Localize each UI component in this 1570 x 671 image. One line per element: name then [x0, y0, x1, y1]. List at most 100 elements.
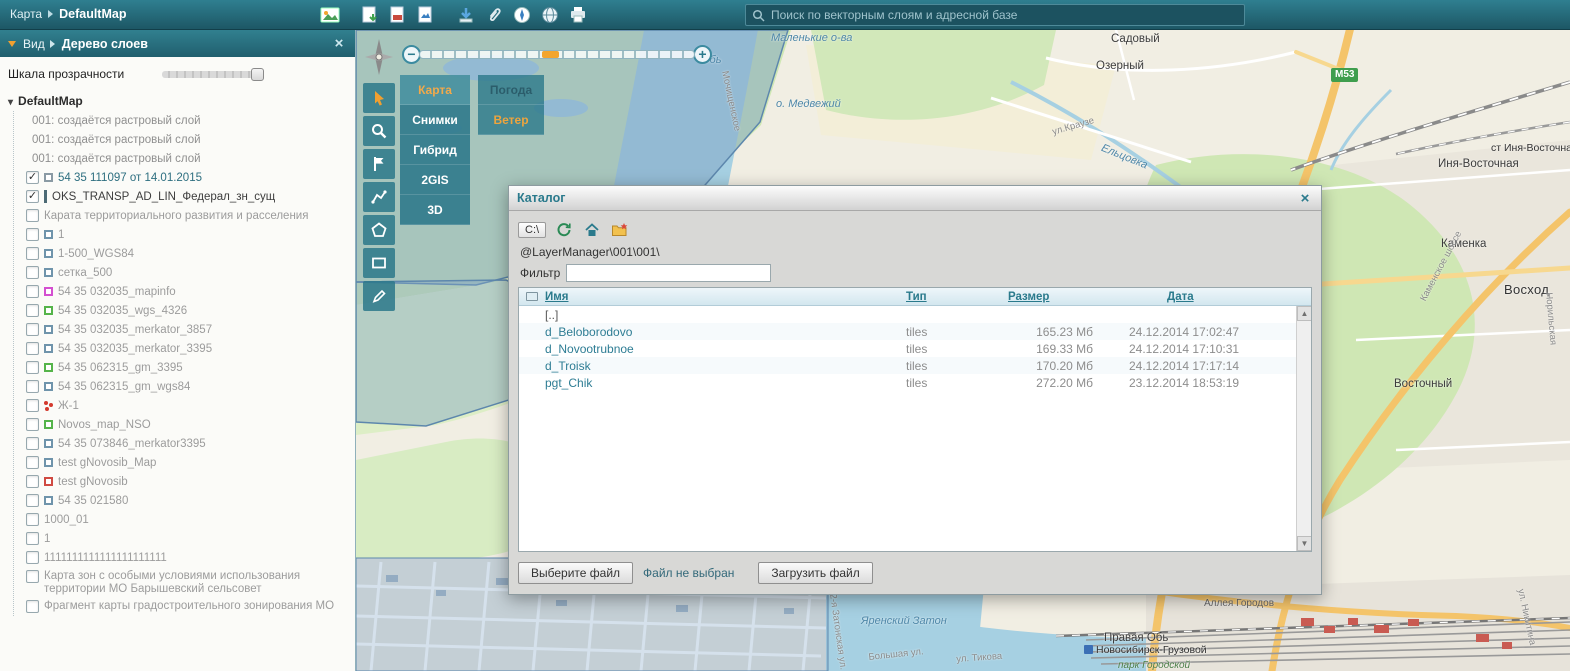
- layer-checkbox[interactable]: [26, 399, 39, 412]
- refresh-icon[interactable]: [554, 221, 574, 239]
- layer-checkbox[interactable]: [26, 285, 39, 298]
- layer-item[interactable]: 54 35 062315_gm_wgs84: [24, 377, 351, 396]
- layer-item[interactable]: 54 35 032035_mapinfo: [24, 282, 351, 301]
- drive-button[interactable]: C:\: [518, 222, 546, 238]
- scroll-down-arrow[interactable]: [1297, 536, 1311, 551]
- layer-item[interactable]: Novos_map_NSO: [24, 415, 351, 434]
- layer-item[interactable]: 001: создаётся растровый слой: [24, 130, 351, 149]
- list-scrollbar[interactable]: [1296, 306, 1311, 551]
- screenshot-icon[interactable]: [316, 2, 344, 28]
- draw-tool-button[interactable]: [363, 281, 395, 311]
- overlay-button[interactable]: Ветер: [478, 105, 544, 135]
- opacity-slider[interactable]: [162, 71, 262, 78]
- file-row[interactable]: d_Troisktiles170.20 Мб24.12.2014 17:17:1…: [519, 357, 1296, 374]
- layer-checkbox[interactable]: [26, 437, 39, 450]
- layer-item[interactable]: 1000_01: [24, 510, 351, 529]
- compass-icon[interactable]: [508, 2, 536, 28]
- layer-checkbox[interactable]: [26, 361, 39, 374]
- dialog-close-button[interactable]: [1297, 190, 1313, 207]
- flag-tool-button[interactable]: [363, 149, 395, 179]
- layer-checkbox[interactable]: [26, 418, 39, 431]
- view-menu[interactable]: Вид: [23, 37, 55, 51]
- layer-checkbox[interactable]: [26, 323, 39, 336]
- layer-checkbox[interactable]: [26, 247, 39, 260]
- column-sort-link[interactable]: Размер: [1008, 291, 1049, 303]
- layer-checkbox[interactable]: [26, 513, 39, 526]
- layer-checkbox[interactable]: [26, 551, 39, 564]
- layer-checkbox[interactable]: [26, 342, 39, 355]
- rectangle-tool-button[interactable]: [363, 248, 395, 278]
- collapse-panel-icon[interactable]: [8, 41, 16, 47]
- basemap-button[interactable]: 2GIS: [400, 165, 470, 195]
- layer-item[interactable]: 1111111111111111111111: [24, 548, 351, 567]
- layer-checkbox[interactable]: [26, 209, 39, 222]
- layer-item[interactable]: 001: создаётся растровый слой: [24, 149, 351, 168]
- layer-checkbox[interactable]: [26, 456, 39, 469]
- filter-input[interactable]: [566, 264, 771, 282]
- close-panel-button[interactable]: [331, 35, 347, 52]
- export-image-icon[interactable]: [412, 2, 440, 28]
- zoom-tool-button[interactable]: [363, 116, 395, 146]
- new-folder-icon[interactable]: [610, 221, 630, 239]
- layer-checkbox[interactable]: [26, 266, 39, 279]
- layer-item[interactable]: 54 35 032035_wgs_4326: [24, 301, 351, 320]
- scroll-up-arrow[interactable]: [1297, 306, 1311, 321]
- polygon-tool-button[interactable]: [363, 215, 395, 245]
- layer-item[interactable]: OKS_TRANSP_AD_LIN_Федерал_зн_сущ: [24, 187, 351, 206]
- layer-item[interactable]: 54 35 111097 от 14.01.2015: [24, 168, 351, 187]
- zoom-slider[interactable]: [419, 50, 695, 59]
- layer-item[interactable]: 54 35 073846_merkator3395: [24, 434, 351, 453]
- column-sort-link[interactable]: Дата: [1167, 291, 1194, 303]
- layer-item[interactable]: 1: [24, 529, 351, 548]
- layer-item[interactable]: 54 35 021580: [24, 491, 351, 510]
- basemap-button[interactable]: Гибрид: [400, 135, 470, 165]
- opacity-slider-handle[interactable]: [251, 68, 264, 81]
- layer-checkbox[interactable]: [26, 304, 39, 317]
- search-input[interactable]: [771, 8, 1238, 22]
- layer-item[interactable]: Карта зон с особыми условиями использова…: [24, 567, 351, 597]
- home-icon[interactable]: [582, 221, 602, 239]
- layer-item[interactable]: 001: создаётся растровый слой: [24, 111, 351, 130]
- layer-checkbox[interactable]: [26, 228, 39, 241]
- measure-tool-button[interactable]: [363, 182, 395, 212]
- layer-item[interactable]: сетка_500: [24, 263, 351, 282]
- layer-checkbox[interactable]: [26, 171, 39, 184]
- breadcrumb-root[interactable]: Карта: [10, 7, 42, 21]
- tree-expand-icon[interactable]: [8, 94, 13, 108]
- print-icon[interactable]: [564, 2, 592, 28]
- choose-file-button[interactable]: Выберите файл: [518, 562, 633, 584]
- layer-item[interactable]: Карата территориального развития и рассе…: [24, 206, 351, 225]
- layer-item[interactable]: test gNovosib_Map: [24, 453, 351, 472]
- overlay-button[interactable]: Погода: [478, 75, 544, 105]
- layer-item[interactable]: 54 35 032035_merkator_3395: [24, 339, 351, 358]
- layer-item[interactable]: Ж-1: [24, 396, 351, 415]
- file-row[interactable]: [..]: [519, 306, 1296, 323]
- zoom-in-button[interactable]: [693, 45, 712, 64]
- basemap-button[interactable]: Карта: [400, 75, 470, 105]
- layer-checkbox[interactable]: [26, 475, 39, 488]
- layer-checkbox[interactable]: [26, 532, 39, 545]
- file-row[interactable]: d_Beloborodovotiles165.23 Мб24.12.2014 1…: [519, 323, 1296, 340]
- layer-checkbox[interactable]: [26, 494, 39, 507]
- tree-root[interactable]: DefaultMap: [6, 91, 351, 111]
- layer-item[interactable]: 1: [24, 225, 351, 244]
- column-sort-link[interactable]: Имя: [545, 291, 568, 303]
- save-icon[interactable]: [356, 2, 384, 28]
- attach-icon[interactable]: [480, 2, 508, 28]
- upload-file-button[interactable]: Загрузить файл: [758, 562, 872, 584]
- zoom-slider-handle[interactable]: [542, 51, 559, 58]
- layer-item[interactable]: 1-500_WGS84: [24, 244, 351, 263]
- layer-checkbox[interactable]: [26, 380, 39, 393]
- basemap-button[interactable]: Снимки: [400, 105, 470, 135]
- layer-checkbox[interactable]: [26, 570, 39, 583]
- download-icon[interactable]: [452, 2, 480, 28]
- file-row[interactable]: d_Novootrubnoetiles169.33 Мб24.12.2014 1…: [519, 340, 1296, 357]
- layer-checkbox[interactable]: [26, 190, 39, 203]
- layer-checkbox[interactable]: [26, 600, 39, 613]
- basemap-button[interactable]: 3D: [400, 195, 470, 225]
- layer-item[interactable]: Фрагмент карты градостроительного зониро…: [24, 597, 351, 616]
- column-sort-link[interactable]: Тип: [906, 291, 927, 303]
- select-tool-button[interactable]: [363, 83, 395, 113]
- globe-icon[interactable]: [536, 2, 564, 28]
- file-row[interactable]: pgt_Chiktiles272.20 Мб23.12.2014 18:53:1…: [519, 374, 1296, 391]
